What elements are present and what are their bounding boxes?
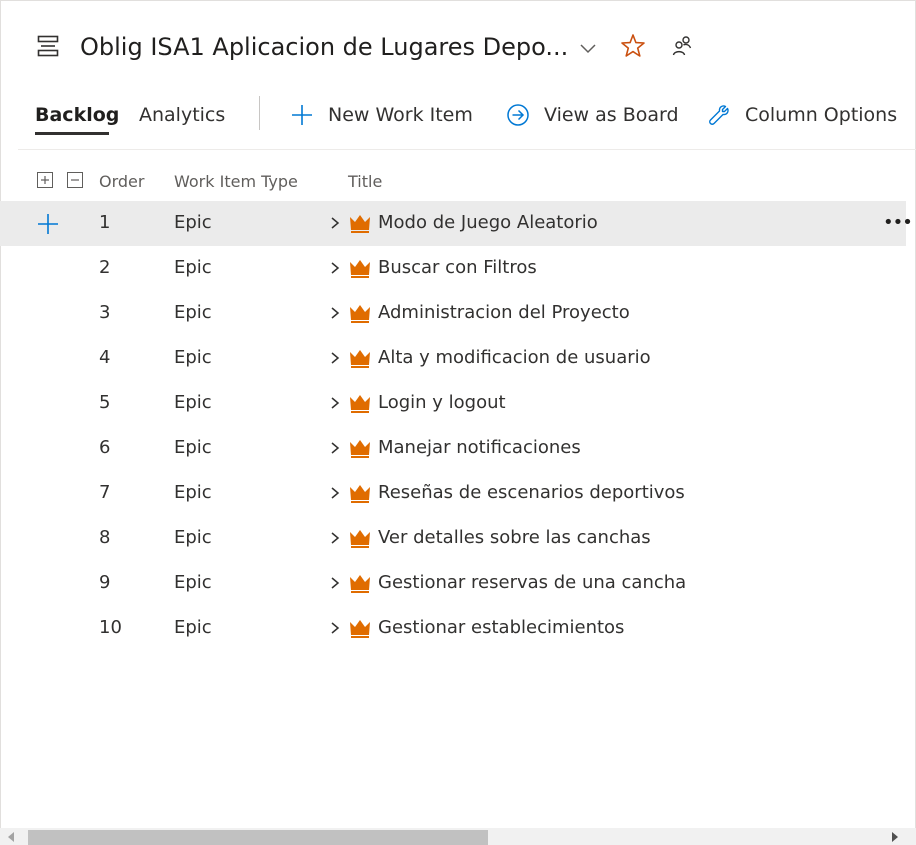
selected-tab-indicator (35, 132, 109, 135)
header-divider (18, 149, 916, 150)
column-options-label: Column Options (745, 104, 898, 126)
column-header-work-item-type[interactable]: Work Item Type (174, 172, 298, 192)
cell-title[interactable]: Reseñas de escenarios deportivos (378, 482, 685, 504)
crown-icon (350, 395, 370, 413)
table-row[interactable]: 1 Epic Modo de Juego Aleatorio ••• (0, 201, 913, 246)
chevron-right-icon[interactable] (329, 576, 341, 590)
star-icon[interactable] (619, 32, 647, 60)
cell-work-item-type: Epic (174, 482, 212, 503)
scroll-right-icon[interactable] (892, 832, 898, 842)
collapse-all-icon[interactable] (67, 172, 83, 188)
view-as-board-label: View as Board (544, 104, 679, 126)
cell-work-item-type: Epic (174, 212, 212, 233)
new-work-item-label: New Work Item (328, 104, 473, 126)
cell-order: 2 (99, 257, 111, 278)
new-work-item-button[interactable]: New Work Item (290, 102, 490, 128)
more-actions-icon[interactable]: ••• (883, 214, 913, 234)
crown-icon (350, 440, 370, 458)
scroll-left-icon[interactable] (8, 832, 14, 842)
cell-order: 10 (99, 617, 122, 638)
horizontal-scrollbar[interactable] (0, 828, 916, 845)
chevron-right-icon[interactable] (329, 486, 341, 500)
cell-order: 5 (99, 392, 111, 413)
plus-icon (292, 105, 312, 125)
crown-icon (350, 215, 370, 233)
chevron-right-icon[interactable] (329, 441, 341, 455)
cell-title[interactable]: Alta y modificacion de usuario (378, 347, 651, 369)
cell-work-item-type: Epic (174, 527, 212, 548)
column-header-title[interactable]: Title (348, 172, 382, 192)
chevron-right-icon[interactable] (329, 621, 341, 635)
chevron-right-icon[interactable] (329, 306, 341, 320)
cell-order: 6 (99, 437, 111, 458)
people-icon[interactable] (670, 34, 694, 58)
crown-icon (350, 305, 370, 323)
table-row[interactable]: 10 Epic Gestionar establecimientos (0, 606, 906, 651)
page-title: Oblig ISA1 Aplicacion de Lugares Depo... (80, 33, 569, 61)
view-as-board-button[interactable]: View as Board (506, 102, 686, 128)
cell-work-item-type: Epic (174, 302, 212, 323)
table-row[interactable]: 5 Epic Login y logout (0, 381, 906, 426)
crown-icon (350, 530, 370, 548)
column-header-order[interactable]: Order (99, 172, 144, 192)
cell-order: 4 (99, 347, 111, 368)
backlog-icon (37, 35, 59, 57)
toolbar-divider (259, 96, 260, 130)
backlog-header: Oblig ISA1 Aplicacion de Lugares Depo...… (0, 0, 916, 150)
grid-header: Order Work Item Type Title (0, 166, 916, 198)
cell-work-item-type: Epic (174, 617, 212, 638)
cell-work-item-type: Epic (174, 347, 212, 368)
scrollbar-thumb[interactable] (28, 830, 488, 845)
cell-title[interactable]: Ver detalles sobre las canchas (378, 527, 651, 549)
cell-work-item-type: Epic (174, 257, 212, 278)
cell-order: 9 (99, 572, 111, 593)
chevron-right-icon[interactable] (329, 351, 341, 365)
cell-work-item-type: Epic (174, 572, 212, 593)
crown-icon (350, 575, 370, 593)
cell-title[interactable]: Login y logout (378, 392, 506, 414)
cell-title[interactable]: Manejar notificaciones (378, 437, 581, 459)
cell-title[interactable]: Modo de Juego Aleatorio (378, 212, 598, 234)
table-row[interactable]: 3 Epic Administracion del Proyecto (0, 291, 906, 336)
crown-icon (350, 620, 370, 638)
cell-title[interactable]: Gestionar reservas de una cancha (378, 572, 686, 594)
column-options-button[interactable]: Column Options (707, 102, 907, 128)
table-row[interactable]: 2 Epic Buscar con Filtros (0, 246, 906, 291)
arrow-circle-right-icon (507, 104, 529, 126)
table-row[interactable]: 4 Epic Alta y modificacion de usuario (0, 336, 906, 381)
table-row[interactable]: 6 Epic Manejar notificaciones (0, 426, 906, 471)
cell-title[interactable]: Administracion del Proyecto (378, 302, 630, 324)
wrench-icon (709, 105, 729, 125)
cell-work-item-type: Epic (174, 392, 212, 413)
table-row[interactable]: 9 Epic Gestionar reservas de una cancha (0, 561, 906, 606)
chevron-right-icon[interactable] (329, 261, 341, 275)
crown-icon (350, 350, 370, 368)
cell-order: 8 (99, 527, 111, 548)
crown-icon (350, 485, 370, 503)
cell-order: 3 (99, 302, 111, 323)
cell-work-item-type: Epic (174, 437, 212, 458)
cell-order: 7 (99, 482, 111, 503)
tab-backlog[interactable]: Backlog (35, 102, 119, 128)
table-row[interactable]: 8 Epic Ver detalles sobre las canchas (0, 516, 906, 561)
cell-title[interactable]: Buscar con Filtros (378, 257, 537, 279)
tab-analytics[interactable]: Analytics (139, 102, 225, 128)
chevron-right-icon[interactable] (329, 216, 341, 230)
table-row[interactable]: 7 Epic Reseñas de escenarios deportivos (0, 471, 906, 516)
toolbar: Backlog Analytics New Work Item View as … (0, 92, 916, 138)
chevron-down-icon[interactable] (578, 38, 598, 58)
cell-order: 1 (99, 212, 111, 233)
cell-title[interactable]: Gestionar establecimientos (378, 617, 624, 639)
chevron-right-icon[interactable] (329, 396, 341, 410)
chevron-right-icon[interactable] (329, 531, 341, 545)
add-child-icon[interactable] (37, 213, 59, 235)
crown-icon (350, 260, 370, 278)
expand-all-icon[interactable] (37, 172, 53, 188)
